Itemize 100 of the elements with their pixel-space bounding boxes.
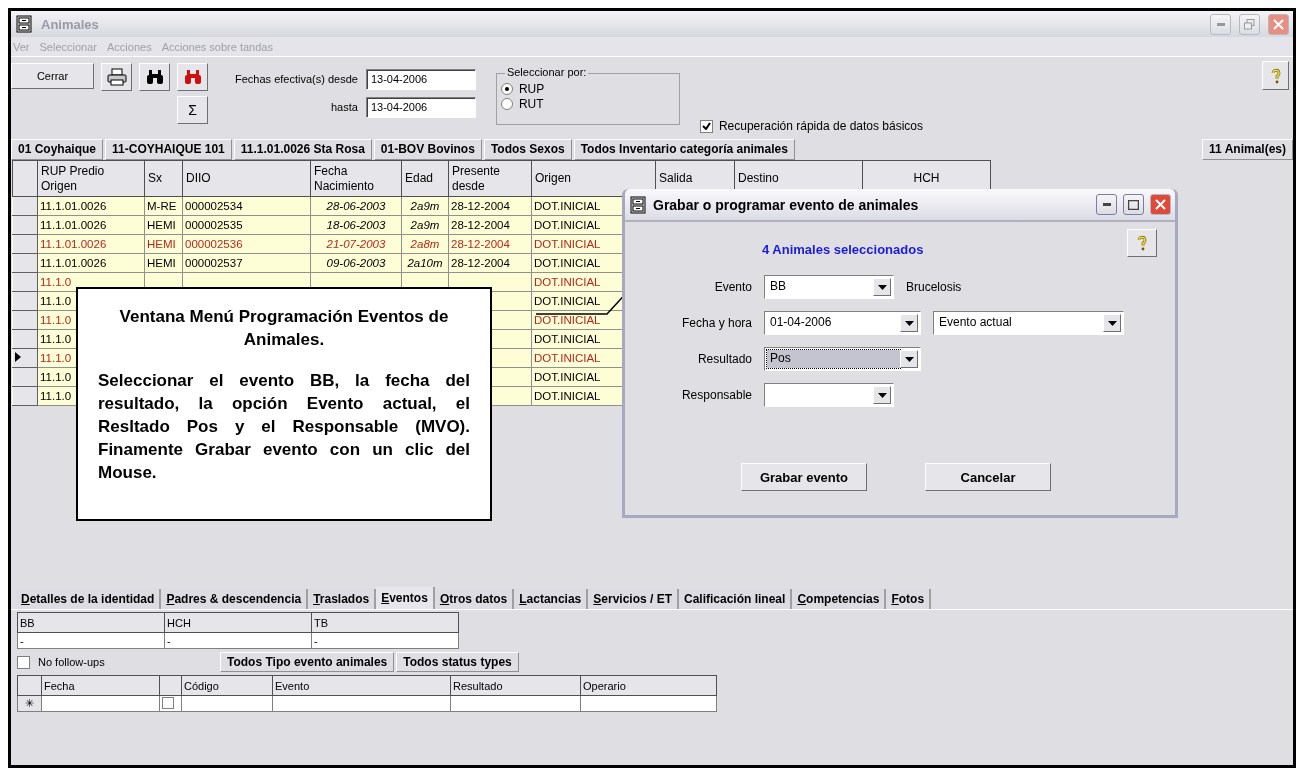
table-cell: 28-06-2003	[310, 196, 402, 216]
filter-item[interactable]: Todos status types	[396, 652, 519, 672]
table-cell: 11.1.01.0026	[37, 234, 145, 254]
help-button[interactable]	[1127, 229, 1157, 257]
radio-label: RUT	[518, 97, 544, 111]
dropdown[interactable]: 01-04-2006	[764, 311, 921, 335]
table-cell: HEMI	[144, 253, 183, 273]
table-cell: 28-12-2004	[448, 196, 532, 216]
help-icon	[1269, 67, 1282, 84]
help-button[interactable]	[1262, 61, 1289, 90]
dropdown[interactable]: BB	[764, 275, 894, 299]
date-from-label: Fechas efectiva(s) desde	[235, 73, 358, 85]
table-cell: 000002536	[182, 234, 311, 254]
column-header[interactable]: Fecha	[41, 675, 160, 696]
column-header: TB	[311, 612, 459, 633]
close-icon	[1273, 18, 1284, 30]
minimize-icon	[1216, 22, 1225, 26]
cancel-button[interactable]: Cancelar	[925, 463, 1051, 491]
column-header[interactable]: RUP Predio Origen	[37, 160, 145, 197]
sum-button[interactable]: Σ	[177, 96, 208, 124]
column-header: BB	[17, 612, 165, 633]
checkbox[interactable]	[17, 655, 30, 669]
table-cell: 2a9m	[401, 196, 449, 216]
row-header	[17, 675, 42, 696]
field-label: Fecha y hora	[680, 316, 752, 330]
radio-label: RUP	[518, 82, 545, 96]
binoculars-icon	[183, 69, 202, 85]
window-title: Animales	[41, 16, 100, 32]
table-cell: 000002534	[182, 196, 311, 216]
table-cell: 28-12-2004	[448, 253, 532, 273]
dropdown[interactable]: Pos	[764, 347, 921, 371]
binoculars-icon	[145, 69, 164, 85]
filter-item[interactable]: 11.1.01.0026 Sta Rosa	[233, 139, 372, 160]
filter-item[interactable]: Todos Tipo evento animales	[220, 652, 395, 672]
minimize-button[interactable]	[1096, 194, 1117, 215]
column-header[interactable]: Código	[181, 675, 273, 696]
dialog-title: Grabar o programar evento de animales	[653, 196, 920, 213]
close-window-button[interactable]: Cerrar	[11, 63, 94, 89]
dropdown[interactable]: Evento actual	[933, 311, 1124, 335]
column-header: HCH	[164, 612, 312, 633]
save-event-button[interactable]: Grabar evento	[741, 463, 867, 491]
search-button[interactable]	[139, 63, 170, 91]
table-cell: HEMI	[144, 215, 183, 235]
help-icon	[1136, 235, 1148, 251]
caret-icon	[904, 356, 914, 362]
table-cell: 2a10m	[401, 253, 449, 273]
filter-item[interactable]: 11-COYHAIQUE 101	[105, 139, 232, 160]
column-header[interactable]: Presente desde	[448, 160, 532, 197]
close-button[interactable]	[1150, 194, 1171, 215]
checkbox[interactable]	[162, 696, 174, 709]
field-label: Resultado	[696, 352, 752, 366]
column-header[interactable]: Edad	[401, 160, 449, 197]
print-button[interactable]	[101, 63, 132, 91]
check-icon	[701, 122, 711, 130]
maximize-icon	[1128, 199, 1139, 210]
caret-icon	[904, 320, 914, 326]
table-cell: 000002537	[182, 253, 311, 273]
table-cell: 18-06-2003	[310, 215, 402, 235]
current-row-icon	[15, 352, 21, 362]
filter-item[interactable]: 01-BOV Bovinos	[373, 139, 482, 160]
radio-button[interactable]	[500, 83, 513, 95]
group-legend: Seleccionar por:	[504, 66, 589, 78]
filter-item[interactable]: Todos Inventario categoría animales	[573, 139, 795, 160]
checkbox-label: Recuperación rápida de datos básicos	[718, 119, 924, 133]
field-label: Responsable	[680, 388, 752, 402]
caret-icon	[1107, 320, 1117, 326]
dropdown[interactable]	[764, 383, 894, 407]
table-cell: 09-06-2003	[310, 253, 402, 273]
animal-count: 11 Animal(es)	[1202, 139, 1293, 160]
radio-button[interactable]	[500, 98, 513, 110]
filter-item[interactable]: 01 Coyhaique	[11, 139, 104, 160]
minimize-icon	[1102, 203, 1111, 206]
checkbox-label: No follow-ups	[38, 656, 106, 668]
table-cell: 11.1.01.0026	[37, 215, 145, 235]
date-from-field[interactable]: 13-04-2006	[365, 68, 476, 90]
printer-icon	[106, 68, 127, 86]
filter-item[interactable]: Todos Sexos	[483, 139, 572, 160]
table-cell: 000002535	[182, 215, 311, 235]
table-cell: 11.1.01.0026	[37, 253, 145, 273]
checkbox[interactable]	[699, 119, 713, 133]
cabinet-icon	[15, 15, 33, 33]
field-label: Evento	[713, 280, 752, 294]
column-header[interactable]: Origen	[531, 160, 656, 197]
table-cell: 28-12-2004	[448, 234, 532, 254]
caret-icon	[877, 392, 887, 398]
maximize-button[interactable]	[1123, 194, 1144, 215]
column-header[interactable]: Operario	[580, 675, 717, 696]
column-header[interactable]: Evento	[272, 675, 451, 696]
tab[interactable]: Eventos	[376, 587, 435, 609]
restore-button[interactable]	[1239, 13, 1260, 35]
cabinet-icon	[629, 195, 647, 214]
date-to-field[interactable]: 13-04-2006	[365, 96, 476, 118]
column-header[interactable]: DIIO	[182, 160, 311, 197]
table-cell: 11.1.01.0026	[37, 196, 145, 216]
table-cell: 2a8m	[401, 234, 449, 254]
table-cell: 2a9m	[401, 215, 449, 235]
column-header	[159, 675, 182, 696]
column-header[interactable]: Sx	[144, 160, 183, 197]
column-header[interactable]: Fecha Nacimiento	[310, 160, 402, 197]
column-header[interactable]: Resultado	[450, 675, 581, 696]
